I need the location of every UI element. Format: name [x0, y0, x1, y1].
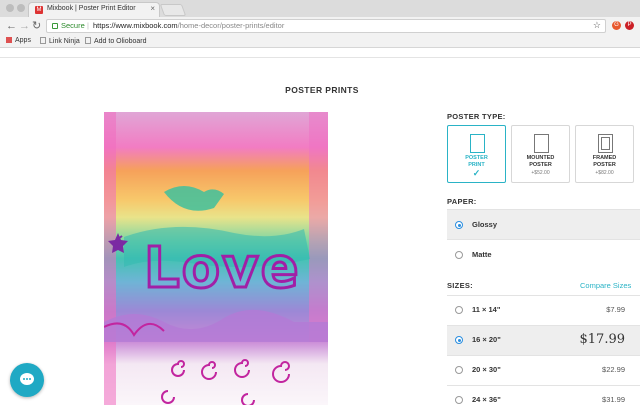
size-option-11x14[interactable]: 11 × 14" $7.99 — [447, 295, 640, 325]
bookmark-olioboard[interactable]: Add to Olioboard — [85, 37, 147, 45]
page-icon — [40, 37, 46, 44]
size-option-price: $31.99 — [602, 395, 625, 404]
url-host: https://www.mixbook.com — [93, 21, 178, 30]
watercolor-artwork-image: Love — [104, 112, 328, 405]
poster-type-price: +$82.00 — [595, 170, 614, 176]
window-minimize-dot[interactable] — [17, 4, 25, 12]
bookmark-label: Link Ninja — [49, 38, 80, 45]
browser-tab[interactable]: M Mixbook | Poster Print Editor × — [28, 2, 160, 17]
poster-type-label: POSTER TYPE: — [447, 112, 506, 121]
size-option-price: $22.99 — [602, 365, 625, 374]
size-option-label: 24 × 36" — [472, 395, 501, 404]
size-option-16x20[interactable]: 16 × 20" $17.99 — [447, 325, 640, 355]
size-option-24x36[interactable]: 24 × 36" $31.99 — [447, 385, 640, 405]
size-option-price: $17.99 — [579, 332, 626, 347]
address-bar[interactable]: Secure | https://www.mixbook.com/home-de… — [46, 19, 606, 33]
size-option-label: 20 × 30" — [472, 365, 501, 374]
size-option-price: $7.99 — [606, 305, 625, 314]
url-text: https://www.mixbook.com/home-decor/poste… — [93, 21, 284, 30]
mixbook-favicon-icon: M — [35, 6, 43, 14]
secure-label: Secure — [61, 21, 85, 30]
artwork-love-text: Love — [144, 236, 301, 301]
window-close-dot[interactable] — [6, 4, 14, 12]
radio-selected[interactable] — [455, 221, 463, 229]
browser-toolbar: ← → ↻ Secure | https://www.mixbook.com/h… — [0, 17, 640, 35]
size-option-20x30[interactable]: 20 × 30" $22.99 — [447, 355, 640, 385]
poster-type-framed[interactable]: FRAMED POSTER +$82.00 — [575, 125, 634, 183]
extension-g-icon[interactable]: G — [612, 21, 621, 30]
extension-pinterest-icon[interactable]: P — [625, 21, 634, 30]
radio-unselected[interactable] — [455, 251, 463, 259]
tab-title: Mixbook | Poster Print Editor — [47, 5, 136, 12]
chat-icon — [20, 373, 34, 385]
page-title: POSTER PRINTS — [285, 85, 359, 95]
bookmark-star-icon[interactable]: ☆ — [593, 20, 601, 31]
bookmark-label: Add to Olioboard — [94, 38, 147, 45]
poster-type-name: FRAMED POSTER — [592, 155, 617, 168]
sizes-label: SIZES: — [447, 281, 473, 290]
reload-icon[interactable]: ↻ — [32, 20, 41, 32]
browser-tab-bar: M Mixbook | Poster Print Editor × — [0, 0, 640, 17]
header-divider — [0, 57, 640, 58]
paper-option-matte[interactable]: Matte — [447, 239, 640, 269]
radio-unselected[interactable] — [455, 306, 463, 314]
poster-print-icon — [470, 134, 485, 153]
radio-unselected[interactable] — [455, 396, 463, 404]
compare-sizes-link[interactable]: Compare Sizes — [580, 281, 631, 290]
paper-option-label: Matte — [472, 250, 492, 259]
radio-selected[interactable] — [455, 336, 463, 344]
poster-type-name: POSTER PRINT — [465, 155, 488, 168]
forward-icon[interactable]: → — [19, 20, 30, 32]
paper-option-label: Glossy — [472, 220, 498, 229]
poster-type-name: MOUNTED POSTER — [526, 155, 555, 168]
bookmarks-bar: Apps Link Ninja Add to Olioboard — [0, 35, 640, 48]
checkmark-icon: ✓ — [472, 168, 481, 178]
poster-type-price: +$52.00 — [531, 170, 550, 176]
new-tab-button[interactable] — [159, 4, 187, 16]
framed-poster-icon — [598, 134, 613, 153]
url-path: /home-decor/poster-prints/editor — [177, 21, 285, 30]
page-icon — [85, 37, 91, 44]
bookmark-label: Apps — [15, 37, 31, 44]
chat-button[interactable] — [10, 363, 44, 397]
paper-label: PAPER: — [447, 197, 477, 206]
bookmark-link-ninja[interactable]: Link Ninja — [40, 37, 80, 45]
size-option-label: 11 × 14" — [472, 305, 501, 314]
size-option-label: 16 × 20" — [472, 335, 501, 344]
poster-type-print[interactable]: POSTER PRINT ✓ — [447, 125, 506, 183]
paper-option-glossy[interactable]: Glossy — [447, 209, 640, 239]
back-icon[interactable]: ← — [6, 20, 17, 32]
mounted-poster-icon — [534, 134, 549, 153]
poster-preview[interactable]: Love — [104, 112, 328, 405]
tab-close-icon[interactable]: × — [150, 4, 155, 13]
poster-type-mounted[interactable]: MOUNTED POSTER +$52.00 — [511, 125, 570, 183]
lock-icon — [52, 23, 58, 29]
apps-grid-icon — [6, 37, 12, 43]
url-separator: | — [87, 21, 89, 30]
bookmark-apps[interactable]: Apps — [6, 37, 31, 44]
radio-unselected[interactable] — [455, 366, 463, 374]
